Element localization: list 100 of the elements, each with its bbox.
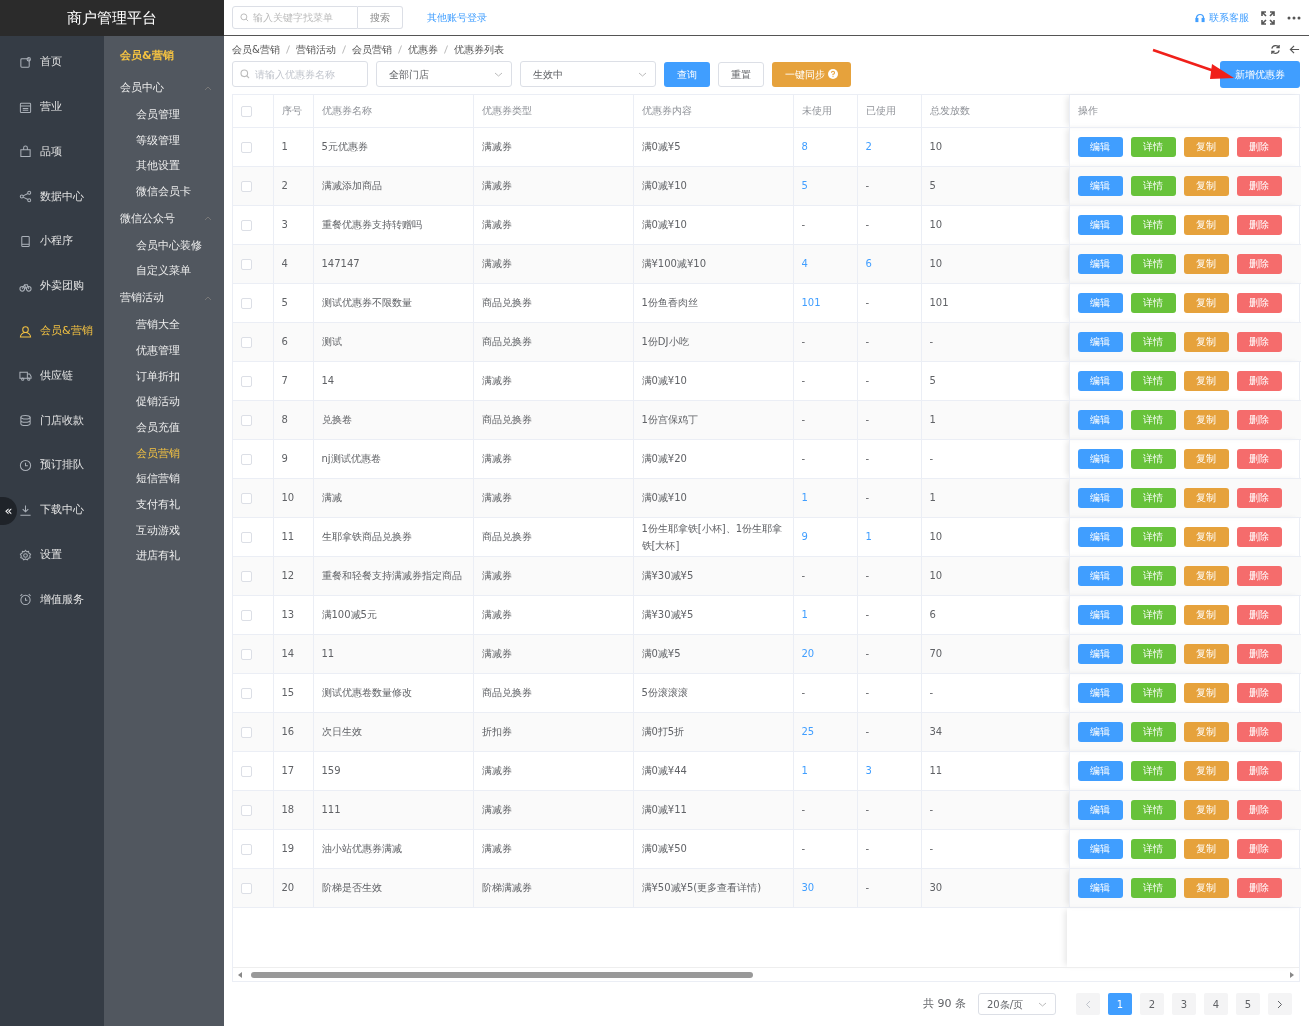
delete-button[interactable]: 删除 bbox=[1236, 370, 1282, 391]
breadcrumb-item[interactable]: 会员&营销 bbox=[232, 41, 280, 57]
count-link[interactable]: 3 bbox=[865, 765, 872, 776]
sidebar-item[interactable]: 小程序 bbox=[19, 219, 73, 264]
copy-button[interactable]: 复制 bbox=[1183, 136, 1229, 157]
row-checkbox[interactable] bbox=[241, 804, 252, 816]
sidebar-item[interactable]: 供应链 bbox=[19, 353, 73, 399]
sidebar-item[interactable]: 外卖团购 bbox=[19, 264, 84, 309]
submenu-item[interactable]: 优惠管理 bbox=[104, 337, 224, 364]
details-button[interactable]: 详情 bbox=[1130, 799, 1176, 820]
edit-button[interactable]: 编辑 bbox=[1077, 409, 1123, 430]
copy-button[interactable]: 复制 bbox=[1183, 409, 1229, 430]
delete-button[interactable]: 删除 bbox=[1236, 604, 1282, 625]
delete-button[interactable]: 删除 bbox=[1236, 760, 1282, 781]
details-button[interactable]: 详情 bbox=[1130, 721, 1176, 742]
row-checkbox[interactable] bbox=[241, 336, 252, 348]
delete-button[interactable]: 删除 bbox=[1236, 409, 1282, 430]
edit-button[interactable]: 编辑 bbox=[1077, 331, 1123, 352]
details-button[interactable]: 详情 bbox=[1130, 292, 1176, 313]
sync-button[interactable]: 一键同步 bbox=[772, 61, 851, 87]
copy-button[interactable]: 复制 bbox=[1183, 604, 1229, 625]
fullscreen-icon[interactable] bbox=[1261, 10, 1275, 25]
scroll-right-icon[interactable] bbox=[1289, 971, 1295, 978]
sidebar-item[interactable]: 设置 bbox=[19, 532, 62, 578]
sidebar-item[interactable]: 营业 bbox=[19, 84, 62, 130]
submenu-item[interactable]: 进店有礼 bbox=[104, 543, 224, 569]
edit-button[interactable]: 编辑 bbox=[1077, 799, 1123, 820]
delete-button[interactable]: 删除 bbox=[1236, 487, 1282, 508]
edit-button[interactable]: 编辑 bbox=[1077, 487, 1123, 508]
row-checkbox[interactable] bbox=[241, 609, 252, 621]
submenu-item[interactable]: 其他设置 bbox=[104, 153, 224, 180]
copy-button[interactable]: 复制 bbox=[1183, 565, 1229, 586]
row-checkbox[interactable] bbox=[241, 882, 252, 894]
details-button[interactable]: 详情 bbox=[1130, 487, 1176, 508]
row-checkbox[interactable] bbox=[241, 492, 252, 504]
edit-button[interactable]: 编辑 bbox=[1077, 448, 1123, 469]
select-all-checkbox[interactable] bbox=[241, 105, 252, 117]
page-button[interactable]: 3 bbox=[1172, 993, 1196, 1015]
copy-button[interactable]: 复制 bbox=[1183, 760, 1229, 781]
copy-button[interactable]: 复制 bbox=[1183, 253, 1229, 274]
delete-button[interactable]: 删除 bbox=[1236, 214, 1282, 235]
query-button[interactable]: 查询 bbox=[664, 61, 710, 87]
details-button[interactable]: 详情 bbox=[1130, 253, 1176, 274]
details-button[interactable]: 详情 bbox=[1130, 760, 1176, 781]
refresh-icon[interactable] bbox=[1270, 43, 1281, 55]
count-link[interactable]: 1 bbox=[865, 531, 872, 542]
submenu-item[interactable]: 互动游戏 bbox=[104, 517, 224, 544]
add-coupon-button[interactable]: 新增优惠券 bbox=[1220, 60, 1300, 88]
count-link[interactable]: 1 bbox=[801, 609, 808, 620]
count-link[interactable]: 1 bbox=[801, 765, 808, 776]
row-checkbox[interactable] bbox=[241, 180, 252, 192]
sidebar-item[interactable]: 预订排队 bbox=[19, 443, 84, 488]
copy-button[interactable]: 复制 bbox=[1183, 448, 1229, 469]
row-checkbox[interactable] bbox=[241, 765, 252, 777]
copy-button[interactable]: 复制 bbox=[1183, 175, 1229, 196]
count-link[interactable]: 2 bbox=[865, 141, 872, 152]
count-link[interactable]: 20 bbox=[801, 648, 815, 659]
submenu-group[interactable]: 会员中心 bbox=[104, 74, 224, 102]
edit-button[interactable]: 编辑 bbox=[1077, 643, 1123, 664]
edit-button[interactable]: 编辑 bbox=[1077, 370, 1123, 391]
delete-button[interactable]: 删除 bbox=[1236, 175, 1282, 196]
edit-button[interactable]: 编辑 bbox=[1077, 136, 1123, 157]
edit-button[interactable]: 编辑 bbox=[1077, 838, 1123, 859]
reset-button[interactable]: 重置 bbox=[718, 61, 764, 87]
delete-button[interactable]: 删除 bbox=[1236, 682, 1282, 703]
delete-button[interactable]: 删除 bbox=[1236, 838, 1282, 859]
sidebar-item[interactable]: 会员&营销 bbox=[19, 308, 93, 354]
details-button[interactable]: 详情 bbox=[1130, 877, 1176, 898]
edit-button[interactable]: 编辑 bbox=[1077, 721, 1123, 742]
support-link[interactable]: 联系客服 bbox=[1195, 10, 1249, 25]
delete-button[interactable]: 删除 bbox=[1236, 292, 1282, 313]
details-button[interactable]: 详情 bbox=[1130, 448, 1176, 469]
details-button[interactable]: 详情 bbox=[1130, 409, 1176, 430]
submenu-item[interactable]: 自定义菜单 bbox=[104, 258, 224, 285]
details-button[interactable]: 详情 bbox=[1130, 604, 1176, 625]
submenu-item[interactable]: 促销活动 bbox=[104, 389, 224, 415]
submenu-item[interactable]: 会员中心装修 bbox=[104, 232, 224, 259]
submenu-item[interactable]: 订单折扣 bbox=[104, 363, 224, 390]
submenu-item[interactable]: 等级管理 bbox=[104, 127, 224, 154]
copy-button[interactable]: 复制 bbox=[1183, 643, 1229, 664]
count-link[interactable]: 6 bbox=[865, 258, 872, 269]
details-button[interactable]: 详情 bbox=[1130, 838, 1176, 859]
submenu-item[interactable]: 会员充值 bbox=[104, 414, 224, 441]
edit-button[interactable]: 编辑 bbox=[1077, 760, 1123, 781]
edit-button[interactable]: 编辑 bbox=[1077, 682, 1123, 703]
submenu-item[interactable]: 营销大全 bbox=[104, 312, 224, 338]
row-checkbox[interactable] bbox=[241, 843, 252, 855]
next-page-button[interactable] bbox=[1268, 993, 1292, 1015]
delete-button[interactable]: 删除 bbox=[1236, 643, 1282, 664]
count-link[interactable]: 4 bbox=[801, 258, 808, 269]
copy-button[interactable]: 复制 bbox=[1183, 370, 1229, 391]
count-link[interactable]: 9 bbox=[801, 531, 808, 542]
row-checkbox[interactable] bbox=[241, 219, 252, 231]
details-button[interactable]: 详情 bbox=[1130, 136, 1176, 157]
sidebar-item[interactable]: 增值服务 bbox=[19, 577, 84, 623]
breadcrumb-item[interactable]: 营销活动 bbox=[295, 41, 336, 57]
sidebar-item[interactable]: 数据中心 bbox=[19, 174, 84, 220]
row-checkbox[interactable] bbox=[241, 375, 252, 387]
copy-button[interactable]: 复制 bbox=[1183, 526, 1229, 547]
sidebar-item[interactable]: 门店收款 bbox=[19, 398, 84, 444]
